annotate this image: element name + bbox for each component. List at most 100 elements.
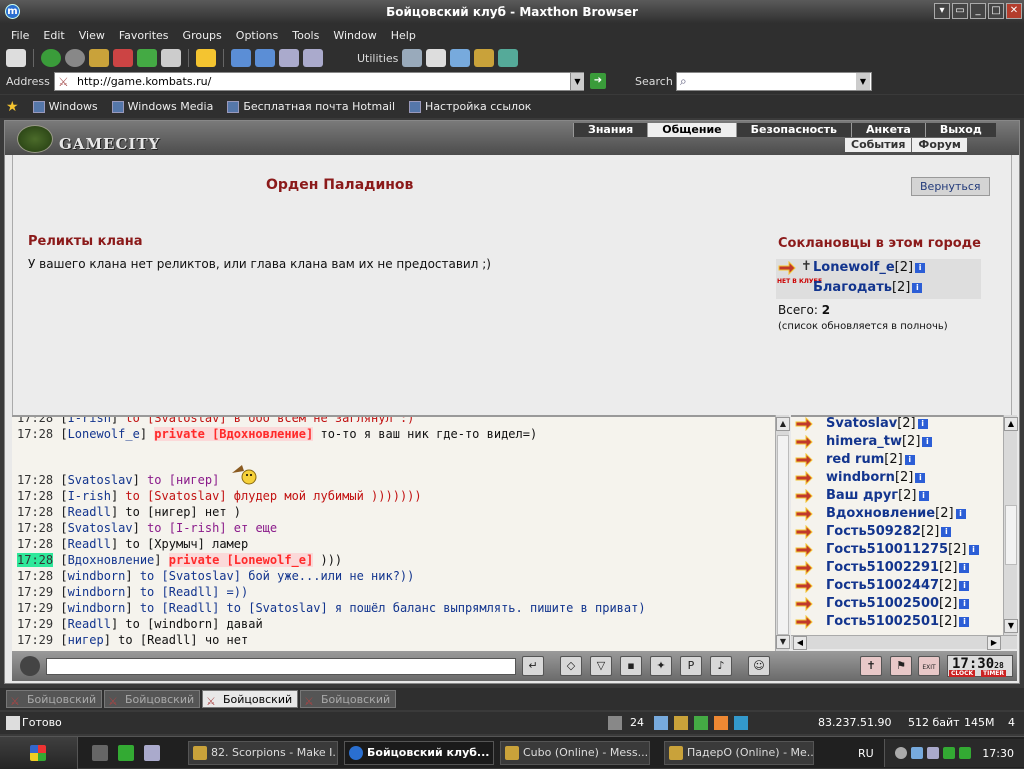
quicklaunch-icon[interactable] (118, 745, 134, 761)
chat-sender[interactable]: windborn (68, 569, 126, 583)
chat-recipient[interactable]: to [windborn] (125, 617, 226, 631)
user-name[interactable]: red rum[2] i (826, 452, 915, 467)
url-input[interactable]: ⚔ http://game.kombats.ru/ (54, 72, 584, 91)
chat-recipient[interactable]: to [I-rish] (147, 521, 234, 535)
chat-input[interactable] (46, 658, 516, 675)
emoticon-icon[interactable]: ☺ (748, 656, 770, 676)
chat-sender[interactable]: I-rish (68, 489, 111, 503)
scroll-right-icon[interactable]: ▶ (987, 636, 1001, 650)
status-icon[interactable] (714, 716, 728, 730)
smiley-face-icon[interactable] (20, 656, 40, 676)
list-item[interactable]: Благодать[2] i (776, 279, 981, 297)
private-arrow-icon[interactable] (795, 417, 813, 431)
users-scrollbar[interactable]: ▲ ▼ (1003, 415, 1018, 635)
back-button[interactable]: Вернуться (911, 177, 990, 196)
info-icon[interactable]: i (918, 491, 929, 501)
nav-knowledge[interactable]: Знания (573, 123, 648, 137)
chat-recipient[interactable]: to [нигер] (125, 505, 204, 519)
task-messenger-2[interactable]: ПадерО (Online) - Me... (664, 741, 814, 765)
user-name[interactable]: windborn[2] i (826, 470, 926, 485)
browser-tab[interactable]: ⚔Бойцовский ... (6, 690, 102, 724)
scroll-down-icon[interactable]: ▼ (1004, 619, 1018, 633)
utility-icon[interactable] (426, 49, 447, 67)
info-icon[interactable]: i (959, 581, 970, 591)
info-icon[interactable]: i (915, 263, 926, 273)
info-icon[interactable]: i (917, 419, 928, 429)
user-name[interactable]: Гость51002500[2] i (826, 596, 970, 611)
chat-sender[interactable]: Lonewolf_e (68, 427, 140, 441)
messenger-tray-icon[interactable] (943, 747, 955, 759)
task-messenger-1[interactable]: Cubo (Online) - Mess... (500, 741, 650, 765)
gamecity-logo-icon[interactable] (17, 125, 53, 153)
list-item[interactable]: red rum[2] i (791, 451, 991, 469)
info-icon[interactable]: i (904, 455, 915, 465)
list-item[interactable]: ✝ Lonewolf_e[2] i (776, 259, 981, 277)
private-arrow-icon[interactable] (795, 489, 813, 503)
chat-sender[interactable]: Svatoslav (68, 521, 133, 535)
task-browser[interactable]: Бойцовский клуб... (344, 741, 494, 765)
user-name[interactable]: Гость509282[2] i (826, 524, 952, 539)
nav-exit[interactable]: Выход (924, 123, 996, 137)
sound-icon[interactable]: ♪ (710, 656, 732, 676)
clock-label[interactable]: CLOCK (949, 670, 976, 677)
sidebar-icon[interactable] (303, 49, 323, 67)
menu-tools[interactable]: Tools (285, 29, 326, 42)
chat-recipient[interactable]: to [нигер] (147, 473, 219, 487)
utility-icon[interactable] (402, 49, 423, 67)
clanmate-name[interactable]: Благодать[2] i (813, 280, 923, 295)
nav-profile[interactable]: Анкета (851, 123, 925, 137)
subnav-forum[interactable]: Форум (911, 138, 967, 152)
refresh-icon[interactable] (137, 49, 157, 67)
utility-icon[interactable] (498, 49, 519, 67)
list-item[interactable]: Svatoslav[2] i (791, 417, 991, 433)
fighter-icon[interactable]: ✦ (650, 656, 672, 676)
network-icon[interactable] (911, 747, 923, 759)
private-arrow-icon[interactable] (795, 453, 813, 467)
status-icon[interactable] (694, 716, 708, 730)
link-windows[interactable]: Windows (32, 100, 98, 113)
status-icon[interactable] (654, 716, 668, 730)
nav-security[interactable]: Безопасность (735, 123, 851, 137)
list-item[interactable]: Вдохновление[2] i (791, 505, 991, 523)
browser-tab-active[interactable]: ⚔Бойцовский ... (202, 690, 298, 724)
search-input[interactable]: ⌕ (676, 72, 872, 91)
info-icon[interactable]: i (959, 599, 970, 609)
window-icon[interactable] (231, 49, 251, 67)
info-icon[interactable]: i (912, 283, 923, 293)
user-name[interactable]: Гость51002447[2] i (826, 578, 970, 593)
popup-blocker-icon[interactable] (608, 716, 622, 730)
info-icon[interactable]: i (922, 437, 933, 447)
save-icon[interactable]: ▪ (620, 656, 642, 676)
messenger-tray-icon[interactable] (959, 747, 971, 759)
browser-tab[interactable]: ⚔Бойцовский ... (104, 690, 200, 724)
utility-icon[interactable] (474, 49, 495, 67)
language-indicator[interactable]: RU (858, 747, 874, 760)
task-scorpions[interactable]: 82. Scorpions - Make I... (188, 741, 338, 765)
scroll-up-icon[interactable]: ▲ (776, 417, 790, 431)
chat-sender[interactable]: Readll (68, 505, 111, 519)
list-item[interactable]: windborn[2] i (791, 469, 991, 487)
scroll-up-icon[interactable]: ▲ (1004, 417, 1018, 431)
menu-help[interactable]: Help (384, 29, 423, 42)
back-icon[interactable] (41, 49, 61, 67)
chat-recipient[interactable]: to [Svatoslav] (140, 569, 248, 583)
new-page-icon[interactable] (6, 49, 26, 67)
eraser-icon[interactable]: ◇ (560, 656, 582, 676)
go-button[interactable]: ➜ (590, 73, 606, 89)
scroll-left-icon[interactable]: ◀ (793, 636, 807, 650)
menu-groups[interactable]: Groups (176, 29, 229, 42)
maximize-button[interactable]: □ (988, 3, 1004, 19)
user-name[interactable]: Ваш друг[2] i (826, 488, 929, 503)
user-name[interactable]: Svatoslav[2] i (826, 417, 928, 431)
send-enter-icon[interactable]: ↵ (522, 656, 544, 676)
filter-icon[interactable]: ▽ (590, 656, 612, 676)
private-arrow-icon[interactable] (795, 525, 813, 539)
forward-icon[interactable] (65, 49, 85, 67)
favorites-star-icon[interactable] (196, 49, 216, 67)
chat-recipient[interactable]: to [Readll] (118, 633, 205, 647)
chat-sender[interactable]: Readll (68, 617, 111, 631)
tray-icon[interactable] (927, 747, 939, 759)
start-button[interactable] (0, 737, 78, 769)
private-arrow-icon[interactable] (795, 507, 813, 521)
scroll-down-icon[interactable]: ▼ (776, 635, 790, 649)
